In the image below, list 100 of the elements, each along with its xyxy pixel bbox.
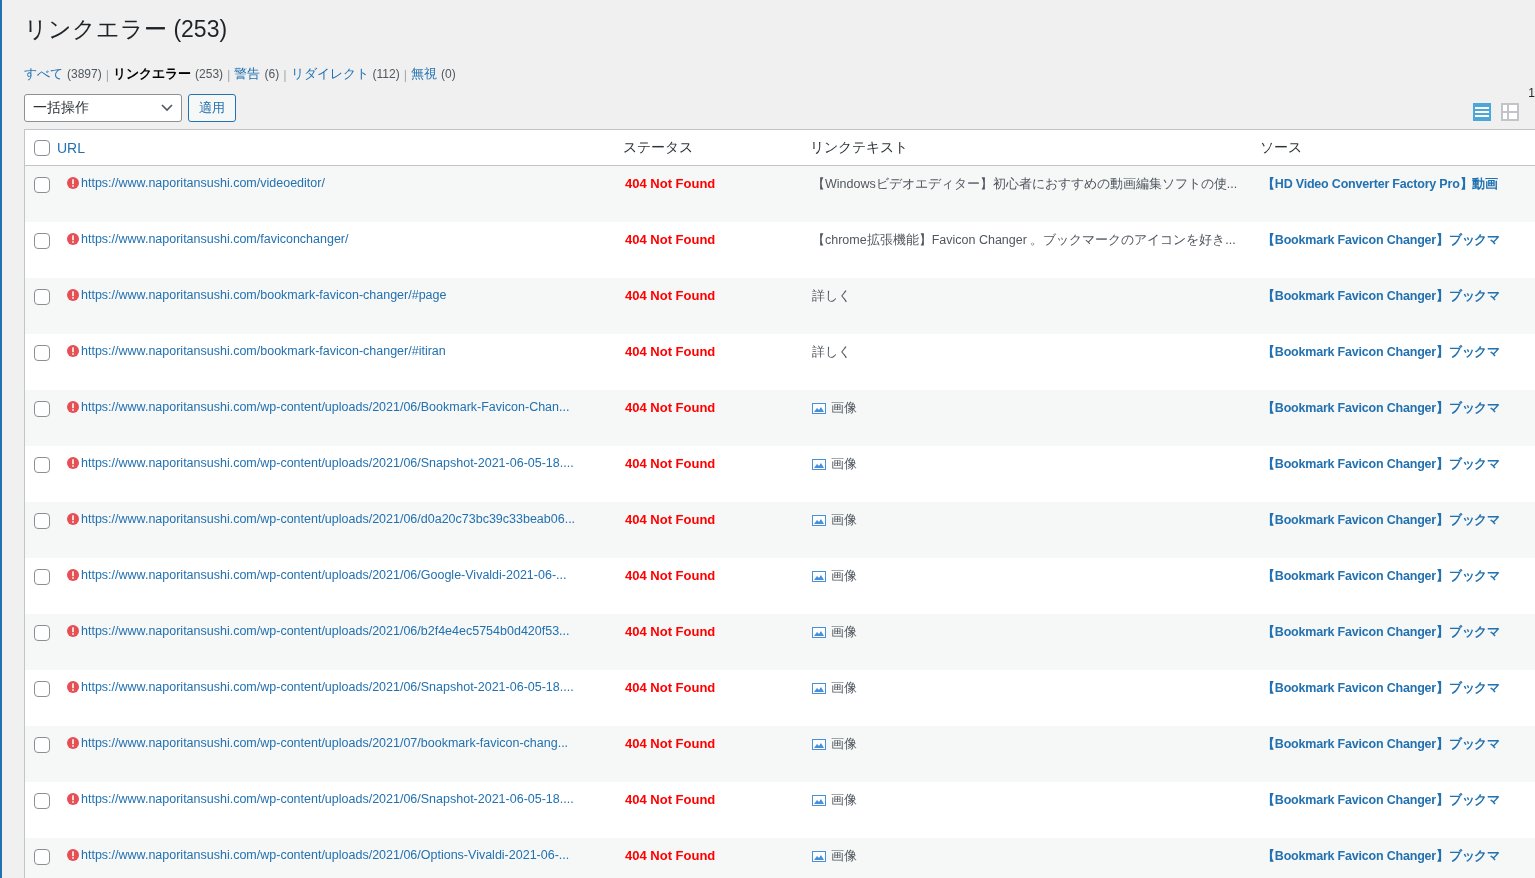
row-checkbox[interactable]: [34, 177, 50, 193]
link-text: 詳しく: [812, 288, 851, 305]
row-checkbox[interactable]: [34, 737, 50, 753]
row-checkbox[interactable]: [34, 513, 50, 529]
url-link[interactable]: https://www.naporitansushi.com/bookmark-favicon-changer/#itiran: [81, 344, 446, 358]
status-text: 404 Not Found: [624, 232, 716, 247]
url-link[interactable]: https://www.naporitansushi.com/wp-content/uploads/2021/06/Google-Vivaldi-2021-06-...: [81, 568, 567, 582]
image-icon: [812, 515, 826, 526]
source-link[interactable]: 【Bookmark Favicon Changer】ブックマ: [1260, 512, 1501, 529]
link-text: 画像: [831, 512, 857, 529]
filter-link[interactable]: 警告: [234, 65, 261, 83]
row-checkbox[interactable]: [34, 457, 50, 473]
link-text: 【Windowsビデオエディター】初心者におすすめの動画編集ソフトの使...: [812, 176, 1238, 193]
separator: |: [403, 66, 408, 82]
separator: |: [105, 66, 110, 82]
image-icon: [812, 795, 826, 806]
link-text: 画像: [831, 792, 857, 809]
error-icon: [67, 793, 79, 805]
link-text: 画像: [831, 568, 857, 585]
status-text: 404 Not Found: [624, 400, 716, 415]
filter-link[interactable]: すべて: [24, 65, 63, 83]
source-link[interactable]: 【Bookmark Favicon Changer】ブックマ: [1260, 624, 1501, 641]
url-link[interactable]: https://www.naporitansushi.com/faviconchanger/: [81, 232, 349, 246]
url-link[interactable]: https://www.naporitansushi.com/wp-content/uploads/2021/06/Options-Vivaldi-2021-06-...: [81, 848, 570, 862]
source-link[interactable]: 【Bookmark Favicon Changer】ブックマ: [1260, 680, 1501, 697]
error-icon: [67, 737, 79, 749]
row-checkbox[interactable]: [34, 681, 50, 697]
column-header: リンクテキスト: [810, 138, 908, 157]
apply-button[interactable]: 適用: [188, 94, 236, 122]
url-link[interactable]: https://www.naporitansushi.com/videoeditor/: [81, 176, 325, 190]
url-link[interactable]: https://www.naporitansushi.com/bookmark-favicon-changer/#page: [81, 288, 447, 302]
source-link[interactable]: 【Bookmark Favicon Changer】ブックマ: [1260, 232, 1501, 249]
url-link[interactable]: https://www.naporitansushi.com/wp-content/uploads/2021/06/Snapshot-2021-06-05-18....: [81, 792, 574, 806]
url-link[interactable]: https://www.naporitansushi.com/wp-content/uploads/2021/06/Snapshot-2021-06-05-18....: [81, 680, 574, 694]
source-link[interactable]: 【Bookmark Favicon Changer】ブックマ: [1260, 288, 1501, 305]
status-text: 404 Not Found: [624, 288, 716, 303]
link-text: 画像: [831, 736, 857, 753]
status-text: 404 Not Found: [624, 624, 716, 639]
link-text: 画像: [831, 680, 857, 697]
url-link[interactable]: https://www.naporitansushi.com/wp-content/uploads/2021/06/Bookmark-Favicon-Chan...: [81, 400, 570, 414]
row-checkbox[interactable]: [34, 345, 50, 361]
filter-link[interactable]: 無視: [411, 65, 438, 83]
url-link[interactable]: https://www.naporitansushi.com/wp-content/uploads/2021/06/d0a20c73bc39c33beab06...: [81, 512, 576, 526]
filter-count: (3897): [67, 67, 102, 81]
filter-count: (0): [441, 67, 456, 81]
page-title: リンクエラー (253): [24, 15, 229, 44]
link-text: 画像: [831, 848, 857, 865]
row-checkbox[interactable]: [34, 233, 50, 249]
column-header: ステータス: [623, 138, 693, 157]
bulk-action-select[interactable]: 一括操作: [24, 94, 182, 122]
row-checkbox[interactable]: [34, 569, 50, 585]
error-icon: [67, 401, 79, 413]
row-checkbox[interactable]: [34, 793, 50, 809]
source-link[interactable]: 【Bookmark Favicon Changer】ブックマ: [1260, 400, 1501, 417]
image-icon: [812, 571, 826, 582]
status-text: 404 Not Found: [624, 792, 716, 807]
image-icon: [812, 403, 826, 414]
row-checkbox[interactable]: [34, 625, 50, 641]
chevron-down-icon: [161, 104, 173, 112]
source-link[interactable]: 【Bookmark Favicon Changer】ブックマ: [1260, 344, 1501, 361]
url-link[interactable]: https://www.naporitansushi.com/wp-content/uploads/2021/06/Snapshot-2021-06-05-18....: [81, 456, 574, 470]
link-text: 【chrome拡張機能】Favicon Changer 。ブックマークのアイコンを好き...: [812, 232, 1236, 249]
link-text: 画像: [831, 400, 857, 417]
source-link[interactable]: 【Bookmark Favicon Changer】ブックマ: [1260, 456, 1501, 473]
image-icon: [812, 739, 826, 750]
column-header[interactable]: URL: [57, 139, 85, 156]
row-checkbox[interactable]: [34, 849, 50, 865]
column-header: ソース: [1260, 138, 1302, 157]
filter-count: (6): [264, 67, 280, 81]
source-link[interactable]: 【Bookmark Favicon Changer】ブックマ: [1260, 568, 1501, 585]
error-icon: [67, 513, 79, 525]
error-icon: [67, 457, 79, 469]
row-checkbox[interactable]: [34, 401, 50, 417]
link-text: 詳しく: [812, 344, 851, 361]
source-link[interactable]: 【HD Video Converter Factory Pro】動画: [1260, 176, 1498, 193]
separator: |: [283, 66, 287, 82]
source-link[interactable]: 【Bookmark Favicon Changer】ブックマ: [1260, 848, 1501, 865]
source-link[interactable]: 【Bookmark Favicon Changer】ブックマ: [1260, 792, 1501, 809]
filter-count: (112): [372, 67, 400, 81]
status-text: 404 Not Found: [624, 848, 716, 863]
filter-link[interactable]: リダイレクト: [290, 65, 369, 83]
row-checkbox[interactable]: [34, 289, 50, 305]
link-text: 画像: [831, 456, 857, 473]
error-icon: [67, 345, 79, 357]
image-icon: [812, 851, 826, 862]
image-icon: [812, 627, 826, 638]
filter-link[interactable]: リンクエラー: [113, 65, 192, 83]
status-text: 404 Not Found: [624, 176, 716, 191]
status-text: 404 Not Found: [624, 344, 716, 359]
url-link[interactable]: https://www.naporitansushi.com/wp-content/uploads/2021/06/b2f4e4ec5754b0d420f53...: [81, 624, 570, 638]
error-icon: [67, 569, 79, 581]
image-icon: [812, 459, 826, 470]
error-icon: [67, 681, 79, 693]
separator: |: [227, 66, 231, 82]
select-all-checkbox[interactable]: [34, 140, 50, 156]
status-text: 404 Not Found: [624, 680, 716, 695]
url-link[interactable]: https://www.naporitansushi.com/wp-content/uploads/2021/07/bookmark-favicon-chang...: [81, 736, 569, 750]
source-link[interactable]: 【Bookmark Favicon Changer】ブックマ: [1260, 736, 1501, 753]
status-text: 404 Not Found: [624, 456, 716, 471]
error-icon: [67, 177, 79, 189]
